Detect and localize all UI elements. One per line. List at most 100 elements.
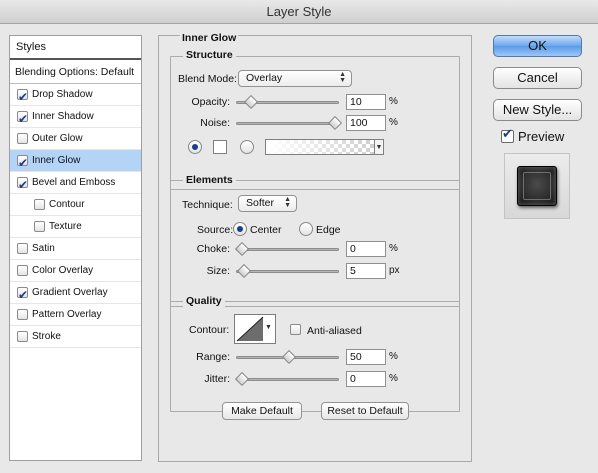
style-item-pattern-overlay[interactable]: Pattern Overlay bbox=[10, 304, 141, 326]
jitter-label: Jitter: bbox=[204, 373, 230, 385]
opacity-unit: % bbox=[389, 96, 398, 107]
style-item-label: Contour bbox=[49, 199, 85, 210]
choke-unit: % bbox=[389, 243, 398, 254]
select-arrows-icon: ▲ ▼ bbox=[284, 196, 291, 209]
style-item-gradient-overlay[interactable]: Gradient Overlay bbox=[10, 282, 141, 306]
reset-to-default-button[interactable]: Reset to Default bbox=[321, 402, 409, 420]
blending-options-item[interactable]: Blending Options: Default bbox=[10, 60, 141, 84]
style-item-color-overlay[interactable]: Color Overlay bbox=[10, 260, 141, 282]
style-checkbox[interactable] bbox=[17, 243, 28, 254]
styles-header[interactable]: Styles bbox=[10, 36, 141, 60]
style-item-label: Stroke bbox=[32, 331, 61, 342]
size-slider[interactable] bbox=[236, 263, 339, 279]
solid-color-radio[interactable] bbox=[188, 140, 202, 154]
size-unit: px bbox=[389, 265, 400, 276]
style-checkbox[interactable] bbox=[34, 221, 45, 232]
style-checkbox[interactable] bbox=[17, 309, 28, 320]
style-items: Drop Shadow Inner Shadow Outer Glow Inner G… bbox=[10, 84, 141, 348]
contour-label: Contour: bbox=[189, 324, 230, 336]
style-item-stroke[interactable]: Stroke bbox=[10, 326, 141, 348]
quality-title: Quality bbox=[183, 295, 225, 307]
blend-mode-select[interactable]: Overlay ▲ ▼ bbox=[238, 70, 352, 87]
blend-mode-value: Overlay bbox=[246, 72, 283, 84]
style-item-contour[interactable]: Contour bbox=[10, 194, 141, 216]
noise-label: Noise: bbox=[200, 117, 230, 129]
style-item-label: Pattern Overlay bbox=[32, 309, 102, 320]
style-item-label: Bevel and Emboss bbox=[32, 177, 116, 188]
choke-slider[interactable] bbox=[234, 241, 339, 257]
size-label: Size: bbox=[206, 265, 230, 277]
dialog-body: Styles Blending Options: Default Drop Sh… bbox=[0, 24, 598, 473]
gradient-radio[interactable] bbox=[240, 140, 254, 154]
style-item-outer-glow[interactable]: Outer Glow bbox=[10, 128, 141, 150]
style-item-inner-shadow[interactable]: Inner Shadow bbox=[10, 106, 141, 130]
jitter-slider[interactable] bbox=[234, 371, 339, 387]
cancel-button[interactable]: Cancel bbox=[493, 67, 582, 89]
style-checkbox[interactable] bbox=[17, 86, 28, 108]
size-field[interactable]: 5 bbox=[346, 263, 386, 279]
source-center-label: Center bbox=[250, 224, 282, 236]
glow-color-swatch[interactable] bbox=[213, 140, 227, 154]
contour-dropdown-icon[interactable]: ▼ bbox=[264, 321, 273, 335]
style-checkbox[interactable] bbox=[17, 284, 28, 306]
style-checkbox[interactable] bbox=[17, 265, 28, 276]
opacity-slider[interactable] bbox=[236, 94, 339, 110]
style-item-label: Gradient Overlay bbox=[32, 287, 108, 298]
style-preview bbox=[504, 153, 570, 219]
style-item-bevel-and-emboss[interactable]: Bevel and Emboss bbox=[10, 172, 141, 196]
style-checkbox[interactable] bbox=[17, 133, 28, 144]
style-item-label: Inner Glow bbox=[32, 155, 81, 166]
anti-aliased-label: Anti-aliased bbox=[307, 325, 362, 337]
style-item-inner-glow[interactable]: Inner Glow bbox=[10, 150, 141, 174]
noise-unit: % bbox=[389, 117, 398, 128]
style-item-label: Color Overlay bbox=[32, 265, 94, 276]
structure-title: Structure bbox=[183, 49, 236, 61]
style-item-texture[interactable]: Texture bbox=[10, 216, 141, 238]
preview-swatch bbox=[517, 166, 557, 206]
style-item-label: Drop Shadow bbox=[32, 89, 93, 100]
technique-select[interactable]: Softer ▲ ▼ bbox=[238, 195, 297, 212]
select-arrows-icon: ▲ ▼ bbox=[339, 71, 346, 84]
blend-mode-label: Blend Mode: bbox=[178, 73, 237, 85]
style-item-label: Outer Glow bbox=[32, 133, 83, 144]
panel-title: Inner Glow bbox=[180, 32, 239, 44]
range-unit: % bbox=[389, 351, 398, 362]
style-item-label: Satin bbox=[32, 243, 55, 254]
source-center-radio[interactable] bbox=[233, 222, 247, 236]
source-edge-radio[interactable] bbox=[299, 222, 313, 236]
style-checkbox[interactable] bbox=[17, 331, 28, 342]
make-default-button[interactable]: Make Default bbox=[222, 402, 302, 420]
style-checkbox[interactable] bbox=[17, 108, 28, 130]
style-item-label: Texture bbox=[49, 221, 82, 232]
style-checkbox[interactable] bbox=[17, 174, 28, 196]
noise-field[interactable]: 100 bbox=[346, 115, 386, 131]
anti-aliased-checkbox[interactable] bbox=[290, 324, 301, 335]
jitter-field[interactable]: 0 bbox=[346, 371, 386, 387]
technique-label: Technique: bbox=[182, 199, 233, 211]
gradient-picker[interactable] bbox=[265, 139, 375, 155]
contour-curve-icon bbox=[236, 316, 264, 342]
style-checkbox[interactable] bbox=[34, 199, 45, 210]
preview-inner-edge bbox=[523, 172, 551, 200]
source-edge-label: Edge bbox=[316, 224, 341, 236]
style-item-satin[interactable]: Satin bbox=[10, 238, 141, 260]
gradient-dropdown-icon[interactable]: ▼ bbox=[375, 139, 384, 155]
technique-value: Softer bbox=[246, 197, 275, 209]
style-checkbox[interactable] bbox=[17, 152, 28, 174]
style-item-label: Inner Shadow bbox=[32, 111, 94, 122]
ok-button[interactable]: OK bbox=[493, 35, 582, 57]
range-field[interactable]: 50 bbox=[346, 349, 386, 365]
styles-list: Styles Blending Options: Default Drop Sh… bbox=[9, 35, 142, 461]
style-item-drop-shadow[interactable]: Drop Shadow bbox=[10, 84, 141, 108]
preview-checkbox[interactable] bbox=[501, 127, 514, 143]
range-slider[interactable] bbox=[236, 349, 339, 365]
new-style-button[interactable]: New Style... bbox=[493, 99, 582, 121]
window-title: Layer Style bbox=[0, 0, 598, 24]
noise-slider[interactable] bbox=[236, 115, 343, 131]
choke-label: Choke: bbox=[196, 243, 230, 255]
choke-field[interactable]: 0 bbox=[346, 241, 386, 257]
range-label: Range: bbox=[196, 351, 230, 363]
opacity-field[interactable]: 10 bbox=[346, 94, 386, 110]
source-label: Source: bbox=[197, 224, 234, 236]
jitter-unit: % bbox=[389, 373, 398, 384]
